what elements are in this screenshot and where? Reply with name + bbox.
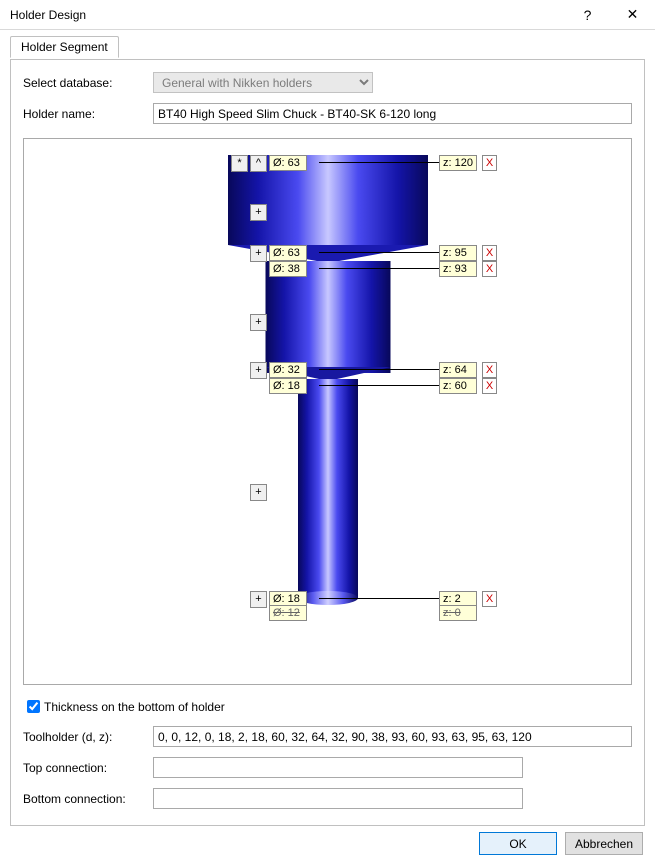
z-label[interactable]: z: 0 [439, 605, 477, 621]
delete-x-button[interactable]: X [482, 245, 497, 261]
leader-line [319, 598, 439, 599]
plus-button[interactable]: + [250, 484, 267, 501]
toolholder-label: Toolholder (d, z): [23, 730, 153, 744]
diameter-label[interactable]: Ø: 18 [269, 378, 307, 394]
tab-panel: Select database: General with Nikken hol… [10, 59, 645, 826]
holder-segment-mid [265, 261, 390, 373]
diameter-label[interactable]: Ø: 63 [269, 245, 307, 261]
plus-button[interactable]: + [250, 204, 267, 221]
delete-x-button[interactable]: X [482, 591, 497, 607]
leader-line [319, 268, 439, 269]
tab-holder-segment[interactable]: Holder Segment [10, 36, 119, 58]
select-database-label: Select database: [23, 76, 153, 90]
star-button[interactable]: * [231, 155, 248, 172]
z-label[interactable]: z: 60 [439, 378, 477, 394]
thickness-checkbox[interactable] [27, 700, 40, 713]
diameter-label[interactable]: Ø: 38 [269, 261, 307, 277]
thickness-label: Thickness on the bottom of holder [44, 700, 225, 714]
z-label[interactable]: z: 120 [439, 155, 477, 171]
holder-preview-canvas: * ^ Ø: 63 z: 120 X + + Ø: 63 z: 95 X Ø: … [23, 138, 632, 685]
bottom-connection-input[interactable] [153, 788, 523, 809]
select-database-dropdown[interactable]: General with Nikken holders [153, 72, 373, 93]
top-connection-input[interactable] [153, 757, 523, 778]
leader-line [319, 385, 439, 386]
leader-line [319, 252, 439, 253]
holder-segment-bot [298, 379, 358, 599]
z-label[interactable]: z: 93 [439, 261, 477, 277]
holder-name-label: Holder name: [23, 107, 153, 121]
delete-x-button[interactable]: X [482, 362, 497, 378]
z-label[interactable]: z: 95 [439, 245, 477, 261]
holder-name-input[interactable] [153, 103, 632, 124]
toolholder-input[interactable] [153, 726, 632, 747]
leader-line [319, 369, 439, 370]
delete-x-button[interactable]: X [482, 378, 497, 394]
delete-x-button[interactable]: X [482, 261, 497, 277]
plus-button[interactable]: + [250, 591, 267, 608]
diameter-label[interactable]: Ø: 63 [269, 155, 307, 171]
diameter-label[interactable]: Ø: 32 [269, 362, 307, 378]
close-button[interactable]: ✕ [610, 0, 655, 30]
ok-button[interactable]: OK [479, 832, 557, 855]
caret-button[interactable]: ^ [250, 155, 267, 172]
window-title: Holder Design [10, 8, 565, 22]
top-connection-label: Top connection: [23, 761, 153, 775]
plus-button[interactable]: + [250, 362, 267, 379]
plus-button[interactable]: + [250, 245, 267, 262]
diameter-label[interactable]: Ø: 12 [269, 605, 307, 621]
cancel-button[interactable]: Abbrechen [565, 832, 643, 855]
bottom-connection-label: Bottom connection: [23, 792, 153, 806]
leader-line [319, 162, 439, 163]
plus-button[interactable]: + [250, 314, 267, 331]
help-button[interactable]: ? [565, 0, 610, 30]
delete-x-button[interactable]: X [482, 155, 497, 171]
z-label[interactable]: z: 64 [439, 362, 477, 378]
